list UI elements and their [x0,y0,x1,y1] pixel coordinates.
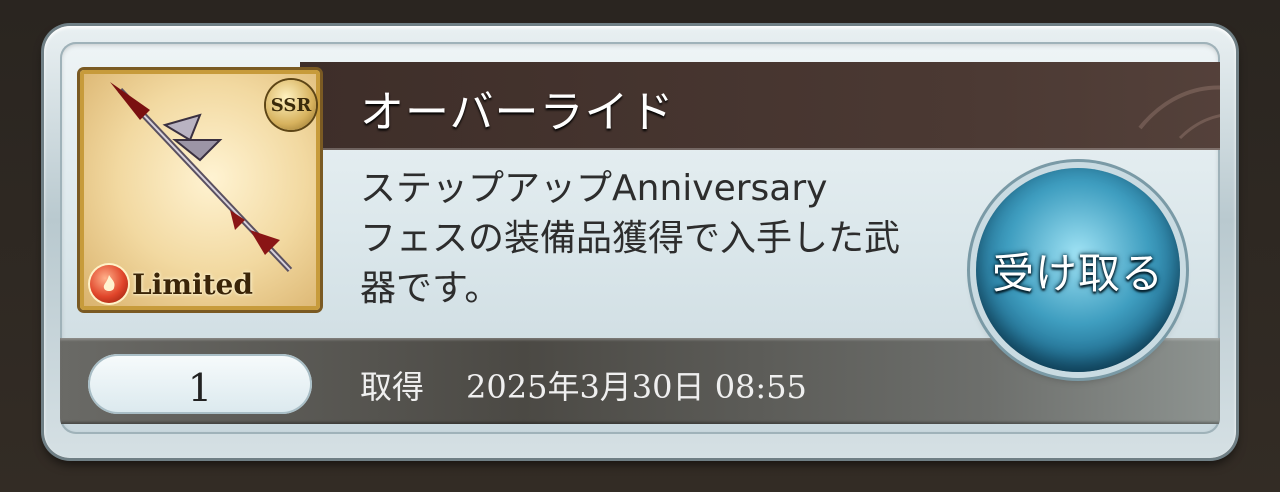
rarity-badge: SSR [266,80,316,130]
weapon-thumbnail: SSR Limited [80,70,320,310]
quantity-value: 1 [187,366,213,410]
fire-icon [90,265,128,303]
item-description: ステップアップAnniversary フェスの装備品獲得で入手した武 器です。 [360,164,970,314]
description-line-2: フェスの装備品獲得で入手した武 [360,218,901,259]
description-line-1: ステップアップAnniversary [360,168,828,209]
limited-tag: Limited [90,264,253,304]
receive-button[interactable]: 受け取る [976,168,1180,372]
receive-button-label: 受け取る [991,248,1164,298]
item-title: オーバーライド [360,87,675,138]
ornament-icon [1138,85,1220,140]
obtained-date: 2025年3月30日 08:55 [466,368,807,406]
limited-label: Limited [132,267,253,301]
obtained-label: 取得 [360,368,425,406]
quantity-badge: 1 [88,354,312,414]
description-line-3: 器です。 [360,268,501,309]
